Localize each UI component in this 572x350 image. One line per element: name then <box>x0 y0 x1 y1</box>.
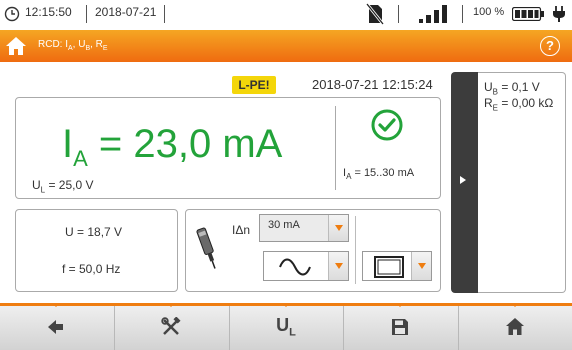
battery-icon <box>512 7 544 21</box>
arrow-left-icon <box>48 320 63 334</box>
idn-label: IΔn <box>232 223 251 237</box>
measurement-timestamp: 2018-07-21 12:15:24 <box>312 77 433 92</box>
main-result-value: IA = 23,0 mA <box>62 122 283 171</box>
idn-current-dropdown[interactable]: 30 mA <box>259 214 349 242</box>
tools-icon <box>161 317 181 335</box>
clock-icon <box>4 6 20 22</box>
ia-range-label: IA = 15..30 mA <box>343 167 415 182</box>
plug-icon <box>553 6 565 22</box>
voltage-panel <box>15 209 178 292</box>
status-divider <box>462 5 463 23</box>
panel-divider <box>335 106 336 190</box>
rcd-type-dropdown[interactable] <box>362 251 432 281</box>
waveform-dropdown[interactable] <box>263 251 349 281</box>
home-icon <box>506 318 524 335</box>
dropdown-arrow-icon[interactable] <box>411 252 431 280</box>
status-bar: 12:15:50 2018-07-21 100 % <box>0 0 572 28</box>
frequency-value: f = 50,0 Hz <box>62 262 121 276</box>
re-value: RE = 0,00 kΩ <box>484 96 554 113</box>
rcd-type-general-icon <box>374 256 404 278</box>
ul-limit-label: UL = 25,0 V <box>32 178 94 195</box>
save-button[interactable] <box>344 303 456 350</box>
ul-button-label: UL <box>276 315 296 339</box>
home-icon[interactable] <box>5 36 27 56</box>
expand-arrow-icon[interactable] <box>460 176 466 184</box>
status-divider <box>398 5 399 23</box>
dropdown-arrow-icon[interactable] <box>328 215 348 241</box>
status-divider <box>86 5 87 23</box>
ul-button[interactable]: UL <box>230 303 342 350</box>
rcd-probe-icon <box>196 227 216 269</box>
battery-percent: 100 % <box>473 6 505 18</box>
ub-value: UB = 0,1 V <box>484 80 540 97</box>
warning-badge: L-PE! <box>232 76 276 94</box>
sine-wave-icon <box>279 258 311 276</box>
back-button[interactable] <box>0 303 112 350</box>
status-time: 12:15:50 <box>25 5 72 19</box>
settings-button[interactable] <box>115 303 227 350</box>
status-divider <box>164 5 165 23</box>
signal-icon <box>419 5 447 23</box>
voltage-value: U = 18,7 V <box>65 225 123 239</box>
screen-title: RCD: IA, UB, RE <box>38 39 108 52</box>
help-button[interactable]: ? <box>540 36 560 56</box>
sd-card-crossed-icon <box>366 3 384 25</box>
status-date: 2018-07-21 <box>95 5 157 19</box>
ok-check-icon <box>371 109 403 141</box>
title-bar: RCD: IA, UB, RE ? <box>0 30 572 62</box>
floppy-icon <box>392 319 408 335</box>
dropdown-arrow-icon[interactable] <box>328 252 348 280</box>
idn-current-value: 30 mA <box>268 219 300 231</box>
settings-divider <box>355 216 356 284</box>
home-button[interactable] <box>459 303 571 350</box>
